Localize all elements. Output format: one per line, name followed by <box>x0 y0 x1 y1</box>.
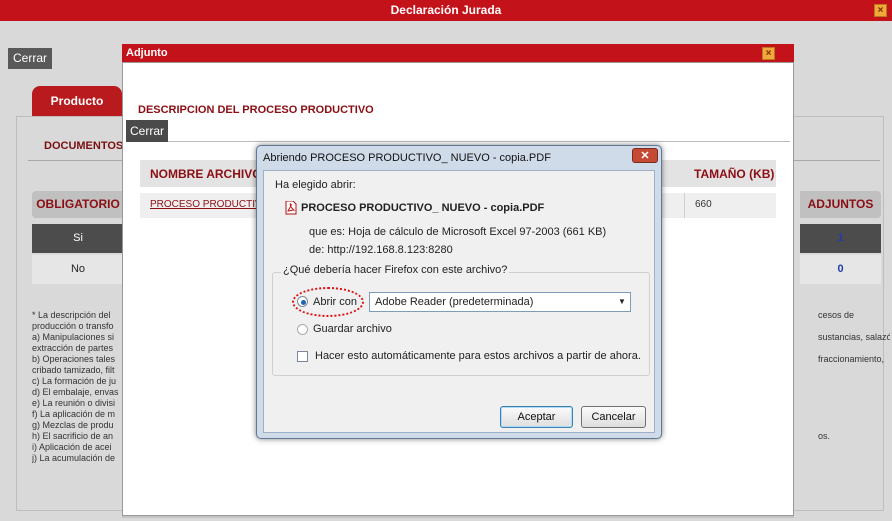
note-line: j) La acumulación de <box>32 453 116 463</box>
adjunto-cerrar-button[interactable]: Cerrar <box>126 120 168 142</box>
adjunto-close-icon[interactable]: × <box>762 47 775 60</box>
note-line: f) La aplicación de m <box>32 409 116 419</box>
note-line <box>818 376 890 387</box>
note-line: d) El embalaje, envas <box>32 387 119 397</box>
table-cell-adjuntos-link[interactable]: 0 <box>800 255 881 284</box>
table-cell-obligatorio: No <box>32 255 124 284</box>
outer-window-title: Declaración Jurada <box>0 0 892 21</box>
note-line <box>818 409 890 420</box>
cell-divider <box>684 193 685 218</box>
note-line: * La descripción del <box>32 310 111 320</box>
file-source-info: de: http://192.168.8.123:8280 <box>309 244 453 256</box>
instructions-text-left: * La descripción del producción o transf… <box>32 310 124 464</box>
file-size: 660 <box>695 199 712 210</box>
note-line: os. <box>818 431 831 441</box>
table-cell-adjuntos-link[interactable]: 1 <box>800 224 881 253</box>
tab-producto[interactable]: Producto <box>32 86 122 116</box>
column-header-obligatorio: OBLIGATORIO <box>32 191 124 218</box>
note-line: c) La formación de ju <box>32 376 117 386</box>
chevron-down-icon[interactable]: ▼ <box>618 297 626 306</box>
column-header-adjuntos: ADJUNTOS <box>800 191 881 218</box>
outer-close-icon[interactable]: × <box>874 4 887 17</box>
aceptar-button[interactable]: Aceptar <box>500 406 573 428</box>
adjunto-modal-title: Adjunto <box>122 44 794 62</box>
divider <box>128 141 790 142</box>
cancelar-button[interactable]: Cancelar <box>581 406 646 428</box>
action-question: ¿Qué debería hacer Firefox con este arch… <box>281 264 510 276</box>
chosen-to-open-label: Ha elegido abrir: <box>275 179 356 191</box>
table-cell-obligatorio: Si <box>32 224 124 253</box>
note-line: b) Operaciones tales <box>32 354 116 364</box>
dialog-close-button[interactable]: ✕ <box>632 148 658 163</box>
column-header-nombre-archivo: NOMBRE ARCHIVO <box>150 167 262 181</box>
pdf-file-icon <box>285 201 297 215</box>
highlight-annotation <box>292 287 364 317</box>
auto-action-label[interactable]: Hacer esto automáticamente para estos ar… <box>315 350 641 362</box>
note-line: cesos de <box>818 310 855 320</box>
outer-cerrar-button[interactable]: Cerrar <box>8 48 52 69</box>
note-line: cribado tamizado, filt <box>32 365 115 375</box>
application-select-value: Adobe Reader (predeterminada) <box>375 296 534 308</box>
dialog-title: Abriendo PROCESO PRODUCTIVO_ NUEVO - cop… <box>263 152 551 164</box>
note-line <box>818 420 890 431</box>
note-line: g) Mezclas de produ <box>32 420 114 430</box>
note-line: extracción de partes <box>32 343 114 353</box>
radio-guardar-archivo[interactable] <box>297 324 308 335</box>
note-line: fraccionamiento, <box>818 354 885 364</box>
note-line: producción o transfo <box>32 321 114 331</box>
note-line: i) Aplicación de acei <box>32 442 112 452</box>
note-line: e) La reunión o divisi <box>32 398 116 408</box>
file-download-link[interactable]: PROCESO PRODUCTIVO <box>150 199 269 210</box>
note-line <box>818 387 890 398</box>
note-line: a) Manipulaciones si <box>32 332 115 342</box>
auto-action-checkbox[interactable] <box>297 351 308 362</box>
note-line: sustancias, salazón, <box>818 332 890 342</box>
file-type-info: que es: Hoja de cálculo de Microsoft Exc… <box>309 226 607 238</box>
instructions-text-right: cesos de sustancias, salazón, fraccionam… <box>818 310 890 442</box>
note-line <box>818 343 890 354</box>
documentos-heading: DOCUMENTOS <box>44 140 124 152</box>
file-name: PROCESO PRODUCTIVO_ NUEVO - copia.PDF <box>301 202 545 214</box>
column-header-tamano: TAMAÑO (KB) <box>694 167 775 181</box>
adjunto-heading: DESCRIPCION DEL PROCESO PRODUCTIVO <box>138 104 374 116</box>
note-line <box>818 321 890 332</box>
note-line <box>818 398 890 409</box>
note-line <box>818 365 890 376</box>
guardar-archivo-label[interactable]: Guardar archivo <box>313 323 392 335</box>
note-line: h) El sacrificio de an <box>32 431 114 441</box>
